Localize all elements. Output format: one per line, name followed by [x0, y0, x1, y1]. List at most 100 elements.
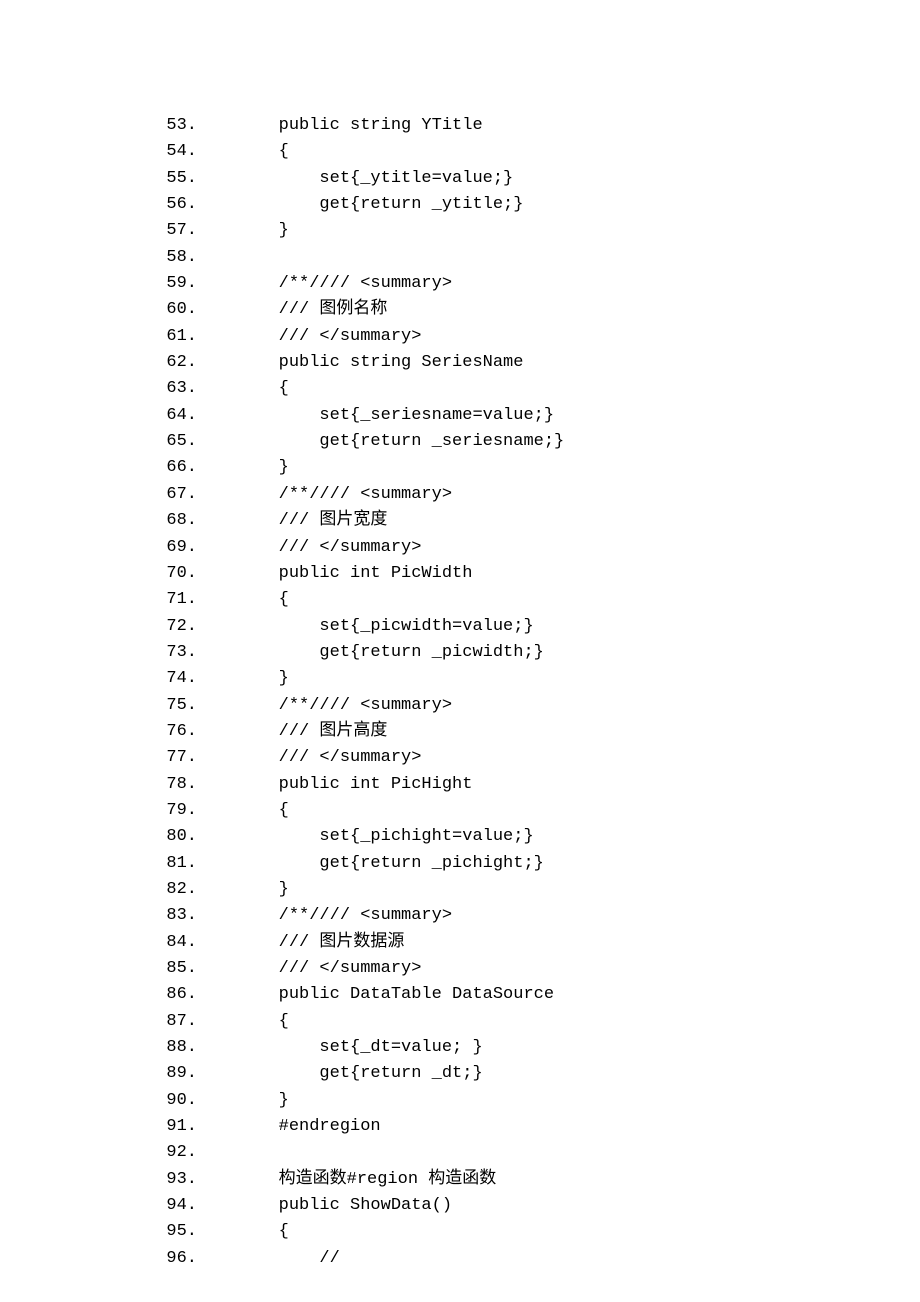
code-text: [197, 1140, 217, 1166]
code-text: //: [197, 1246, 340, 1272]
code-line: 80. set{_pichight=value;}: [147, 824, 920, 850]
line-number: 82.: [147, 877, 197, 903]
line-number: 57.: [147, 218, 197, 244]
code-line: 71. {: [147, 587, 920, 613]
code-line: 82. }: [147, 877, 920, 903]
code-text: public int PicWidth: [197, 561, 472, 587]
code-text: }: [197, 666, 289, 692]
code-text: public string YTitle: [197, 113, 483, 139]
code-text: /**//// <summary>: [197, 693, 452, 719]
line-number: 91.: [147, 1114, 197, 1140]
code-text: {: [197, 798, 289, 824]
line-number: 55.: [147, 166, 197, 192]
code-text: /// </summary>: [197, 535, 421, 561]
code-text: {: [197, 139, 289, 165]
line-number: 70.: [147, 561, 197, 587]
code-line: 84. /// 图片数据源: [147, 930, 920, 956]
code-line: 63. {: [147, 376, 920, 402]
code-line: 75. /**//// <summary>: [147, 693, 920, 719]
line-number: 95.: [147, 1219, 197, 1245]
code-line: 68. /// 图片宽度: [147, 508, 920, 534]
line-number: 69.: [147, 535, 197, 561]
code-text: set{_ytitle=value;}: [197, 166, 513, 192]
code-line: 67. /**//// <summary>: [147, 482, 920, 508]
line-number: 86.: [147, 982, 197, 1008]
line-number: 77.: [147, 745, 197, 771]
line-number: 67.: [147, 482, 197, 508]
line-number: 79.: [147, 798, 197, 824]
code-line: 76. /// 图片高度: [147, 719, 920, 745]
code-line: 70. public int PicWidth: [147, 561, 920, 587]
code-text: get{return _ytitle;}: [197, 192, 523, 218]
code-text: /// 图例名称: [197, 297, 387, 323]
code-line: 69. /// </summary>: [147, 535, 920, 561]
line-number: 54.: [147, 139, 197, 165]
line-number: 64.: [147, 403, 197, 429]
code-line: 81. get{return _pichight;}: [147, 851, 920, 877]
line-number: 89.: [147, 1061, 197, 1087]
code-text: }: [197, 455, 289, 481]
code-text: {: [197, 376, 289, 402]
line-number: 59.: [147, 271, 197, 297]
code-text: /**//// <summary>: [197, 482, 452, 508]
code-line: 59. /**//// <summary>: [147, 271, 920, 297]
code-text: get{return _picwidth;}: [197, 640, 544, 666]
code-text: /// </summary>: [197, 956, 421, 982]
code-text: public string SeriesName: [197, 350, 523, 376]
code-line: 89. get{return _dt;}: [147, 1061, 920, 1087]
code-line: 60. /// 图例名称: [147, 297, 920, 323]
line-number: 84.: [147, 930, 197, 956]
code-text: get{return _pichight;}: [197, 851, 544, 877]
line-number: 93.: [147, 1167, 197, 1193]
code-text: #endregion: [197, 1114, 381, 1140]
code-line: 53. public string YTitle: [147, 113, 920, 139]
code-line: 86. public DataTable DataSource: [147, 982, 920, 1008]
line-number: 63.: [147, 376, 197, 402]
code-line: 62. public string SeriesName: [147, 350, 920, 376]
line-number: 92.: [147, 1140, 197, 1166]
code-text: public int PicHight: [197, 772, 472, 798]
code-line: 92.: [147, 1140, 920, 1166]
code-line: 65. get{return _seriesname;}: [147, 429, 920, 455]
code-document-page: 53. public string YTitle54. {55. set{_yt…: [0, 0, 920, 1302]
code-text: get{return _seriesname;}: [197, 429, 564, 455]
line-number: 61.: [147, 324, 197, 350]
code-text: get{return _dt;}: [197, 1061, 483, 1087]
code-line: 58.: [147, 245, 920, 271]
line-number: 80.: [147, 824, 197, 850]
code-line: 95. {: [147, 1219, 920, 1245]
line-number: 87.: [147, 1009, 197, 1035]
code-text: {: [197, 1009, 289, 1035]
code-text: 构造函数#region 构造函数: [197, 1167, 496, 1193]
line-number: 66.: [147, 455, 197, 481]
code-line: 64. set{_seriesname=value;}: [147, 403, 920, 429]
code-line: 96. //: [147, 1246, 920, 1272]
line-number: 68.: [147, 508, 197, 534]
line-number: 90.: [147, 1088, 197, 1114]
code-line: 85. /// </summary>: [147, 956, 920, 982]
code-line: 73. get{return _picwidth;}: [147, 640, 920, 666]
line-number: 81.: [147, 851, 197, 877]
line-number: 65.: [147, 429, 197, 455]
line-number: 75.: [147, 693, 197, 719]
code-line: 90. }: [147, 1088, 920, 1114]
code-line: 55. set{_ytitle=value;}: [147, 166, 920, 192]
code-text: /// 图片宽度: [197, 508, 387, 534]
code-text: /// </summary>: [197, 324, 421, 350]
code-line: 77. /// </summary>: [147, 745, 920, 771]
line-number: 72.: [147, 614, 197, 640]
line-number: 56.: [147, 192, 197, 218]
code-text: /// </summary>: [197, 745, 421, 771]
code-text: set{_picwidth=value;}: [197, 614, 534, 640]
code-line: 87. {: [147, 1009, 920, 1035]
code-line: 54. {: [147, 139, 920, 165]
code-text: public ShowData(): [197, 1193, 452, 1219]
line-number: 73.: [147, 640, 197, 666]
code-text: public DataTable DataSource: [197, 982, 554, 1008]
code-text: }: [197, 877, 289, 903]
code-line: 72. set{_picwidth=value;}: [147, 614, 920, 640]
line-number: 88.: [147, 1035, 197, 1061]
line-number: 60.: [147, 297, 197, 323]
code-line: 79. {: [147, 798, 920, 824]
code-line: 61. /// </summary>: [147, 324, 920, 350]
